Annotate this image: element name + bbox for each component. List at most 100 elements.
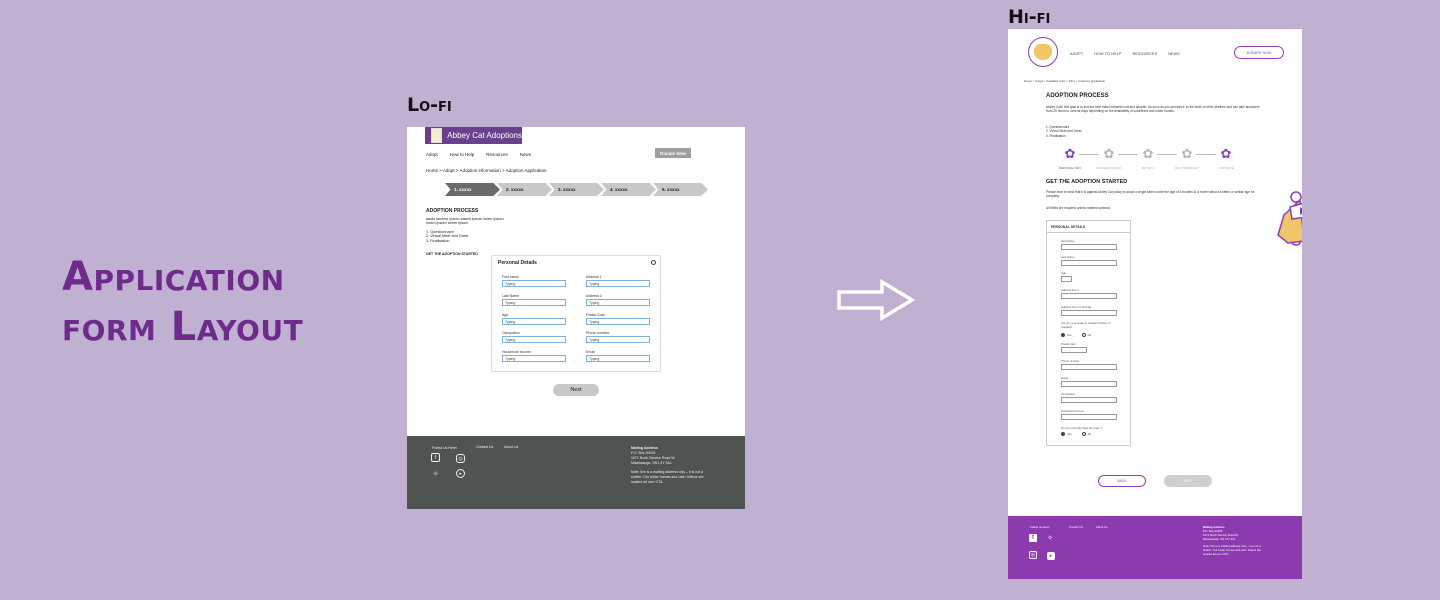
field-first-name: First Name xyxy=(1061,239,1117,250)
field-address-1: Address line 1 xyxy=(1061,288,1117,299)
field-first-name: First name Typing xyxy=(502,275,566,287)
nav-news[interactable]: NEWS xyxy=(1168,52,1180,56)
field-occupation: Occupation Typing xyxy=(502,331,566,343)
list-item: 2. Virtual Meet and Greet xyxy=(1046,129,1082,134)
started-heading: GET THE ADOPTION STARTED xyxy=(426,252,478,256)
instagram-icon[interactable]: ◎ xyxy=(1029,551,1037,559)
field-address-2: Address line 2 (optional) xyxy=(1061,305,1117,316)
cat-logo-icon xyxy=(431,128,443,143)
paw-icon[interactable]: ✿ xyxy=(1063,147,1077,161)
mailing-address: Mailing Address P.O. Box 20025 1571 Nort… xyxy=(1203,525,1261,556)
nav-news[interactable]: News xyxy=(520,152,531,157)
arrow-right-icon xyxy=(837,278,916,322)
radio-yes[interactable]: Yes xyxy=(1061,333,1072,338)
field-postal-code: Postal Code Typing xyxy=(586,313,650,325)
lofi-logo-text: Abbey Cat Adoptions xyxy=(447,131,522,140)
field-last-name: Last Name Typing xyxy=(502,294,566,306)
facebook-icon[interactable]: f xyxy=(431,453,440,462)
twitter-icon[interactable]: ✧ xyxy=(431,469,440,478)
radio-no[interactable]: No xyxy=(1081,333,1091,338)
step-4[interactable]: 4. xxxxx xyxy=(601,183,656,196)
lofi-label: Lo-fi xyxy=(407,94,452,116)
field-address-1: Address 1 Typing xyxy=(586,275,650,287)
cat-illustration-icon xyxy=(1277,191,1302,246)
list-item: 3. Finalisation xyxy=(1046,133,1066,138)
lofi-wireframe: Abbey Cat Adoptions Adopt How to Help Re… xyxy=(407,127,745,509)
hifi-footer: Follow us Here! Contact Us About Us f ✧ … xyxy=(1008,516,1302,579)
instagram-icon[interactable]: ◎ xyxy=(456,454,465,463)
step-progress: ✿ ✿ ✿ ✿ ✿ PERSONAL INFO HOUSEHOLD INFO V… xyxy=(1058,147,1248,173)
card-title: Personal Details xyxy=(498,260,537,266)
field-household-income: Household income Typing xyxy=(502,350,566,362)
youtube-icon[interactable]: ▸ xyxy=(1047,552,1055,560)
hifi-nav: ADOPT HOW TO HELP RESOURCES NEWS xyxy=(1070,52,1180,56)
step-1[interactable]: 1. xxxxx xyxy=(445,183,500,196)
about-link[interactable]: About Us xyxy=(504,445,518,449)
info-icon[interactable] xyxy=(651,260,656,265)
field-address-2: Address 2 Typing xyxy=(586,294,650,306)
mailing-address: Mailing Address P.O. Box 20025 1571 Nort… xyxy=(631,446,704,484)
breadcrumb: Home > Adopt > Available Cats > Pina > A… xyxy=(1024,79,1106,83)
process-list: 1. Questionnaire 2. Virtual Meet and Gre… xyxy=(1046,125,1082,138)
paw-icon[interactable]: ✿ xyxy=(1102,147,1116,161)
nav-resources[interactable]: Resources xyxy=(486,152,508,157)
form-title: PERSONAL DETAILS xyxy=(1051,225,1085,229)
cat-logo-icon[interactable] xyxy=(1028,37,1058,67)
step-5[interactable]: 5. xxxxx xyxy=(653,183,708,196)
nav-how-to-help[interactable]: How to Help xyxy=(450,152,475,157)
contact-link[interactable]: Contact Us xyxy=(1069,525,1083,529)
field-postal-code: Postal code xyxy=(1061,342,1087,353)
field-phone-number: Phone number Typing xyxy=(586,331,650,343)
nav-resources[interactable]: RESOURCES xyxy=(1133,52,1158,56)
started-heading: GET THE ADOPTION STARTED xyxy=(1046,179,1128,185)
twitter-icon[interactable]: ✧ xyxy=(1046,534,1054,542)
policy-text: Please bear in mind that it is against A… xyxy=(1046,190,1255,199)
paw-icon[interactable]: ✿ xyxy=(1141,147,1155,161)
contact-link[interactable]: Contact Us xyxy=(476,445,493,449)
field-last-name: Last Name xyxy=(1061,255,1117,266)
youtube-icon[interactable]: ▸ xyxy=(456,469,465,478)
field-age: Age xyxy=(1061,271,1072,282)
donate-button[interactable]: DONATE NOW xyxy=(1234,46,1284,59)
follow-label: Follow us Here! xyxy=(1030,525,1050,529)
lofi-nav: Adopt How to Help Resources News xyxy=(426,152,531,157)
lofi-logo[interactable]: Abbey Cat Adoptions xyxy=(425,127,522,144)
step-label-household: HOUSEHOLD INFO xyxy=(1096,166,1122,170)
facebook-icon[interactable]: f xyxy=(1029,534,1037,542)
paw-icon[interactable]: ✿ xyxy=(1180,147,1194,161)
radio-yes[interactable]: Yes xyxy=(1061,432,1072,437)
lofi-footer: Follow Us Here! Contact Us About Us f ◎ … xyxy=(407,436,745,509)
process-list: 1. Questionnaire 2. Virtual Meet and Gre… xyxy=(426,230,468,243)
nav-adopt[interactable]: Adopt xyxy=(426,152,438,157)
resident-radio-group: Yes No xyxy=(1061,333,1091,338)
step-3[interactable]: 3. xxxxx xyxy=(549,183,604,196)
field-age: Age Typing xyxy=(502,313,566,325)
hifi-mockup: ADOPT HOW TO HELP RESOURCES NEWS DONATE … xyxy=(1008,29,1302,579)
page-title: Application form Layout xyxy=(62,254,304,350)
follow-label: Follow Us Here! xyxy=(432,446,457,450)
personal-details-form: PERSONAL DETAILS First Name Last Name Ag… xyxy=(1046,220,1131,446)
process-text: lasdo lauxme ipsum lasem ipsum lorem ips… xyxy=(426,217,504,226)
next-button[interactable]: NEXT xyxy=(1164,475,1212,487)
nav-adopt[interactable]: ADOPT xyxy=(1070,52,1083,56)
next-button[interactable]: Next xyxy=(553,384,599,396)
step-label-complete: COMPLETE xyxy=(1218,166,1234,170)
step-progress: 1. xxxxx 2. xxxxx 3. xxxxx 4. xxxxx 5. x… xyxy=(445,183,708,196)
radio-no[interactable]: No xyxy=(1081,432,1091,437)
step-label-vet: VET INFO xyxy=(1141,166,1155,170)
donate-button[interactable]: Donate Now xyxy=(655,148,691,158)
breadcrumb: Home > Adopt > Adoption information > Ad… xyxy=(426,168,547,173)
process-heading: ADOPTION PROCESS xyxy=(426,208,479,214)
process-text: Abbey Cats' first goal is to find the be… xyxy=(1046,105,1260,114)
pets-question: Do you currently have any pets ? xyxy=(1061,426,1102,430)
step-label-personal: PERSONAL INFO xyxy=(1058,166,1082,170)
process-heading: ADOPTION PROCESS xyxy=(1046,93,1109,99)
list-item: 3. Finalisation xyxy=(426,238,450,243)
nav-how-to-help[interactable]: HOW TO HELP xyxy=(1094,52,1121,56)
about-link[interactable]: About Us xyxy=(1096,525,1108,529)
paw-icon[interactable]: ✿ xyxy=(1219,147,1233,161)
required-note: All fields are required unless marked op… xyxy=(1046,206,1111,210)
step-2[interactable]: 2. xxxxx xyxy=(497,183,552,196)
field-email: Email Typing xyxy=(586,350,650,362)
back-button[interactable]: BACK xyxy=(1098,475,1146,487)
